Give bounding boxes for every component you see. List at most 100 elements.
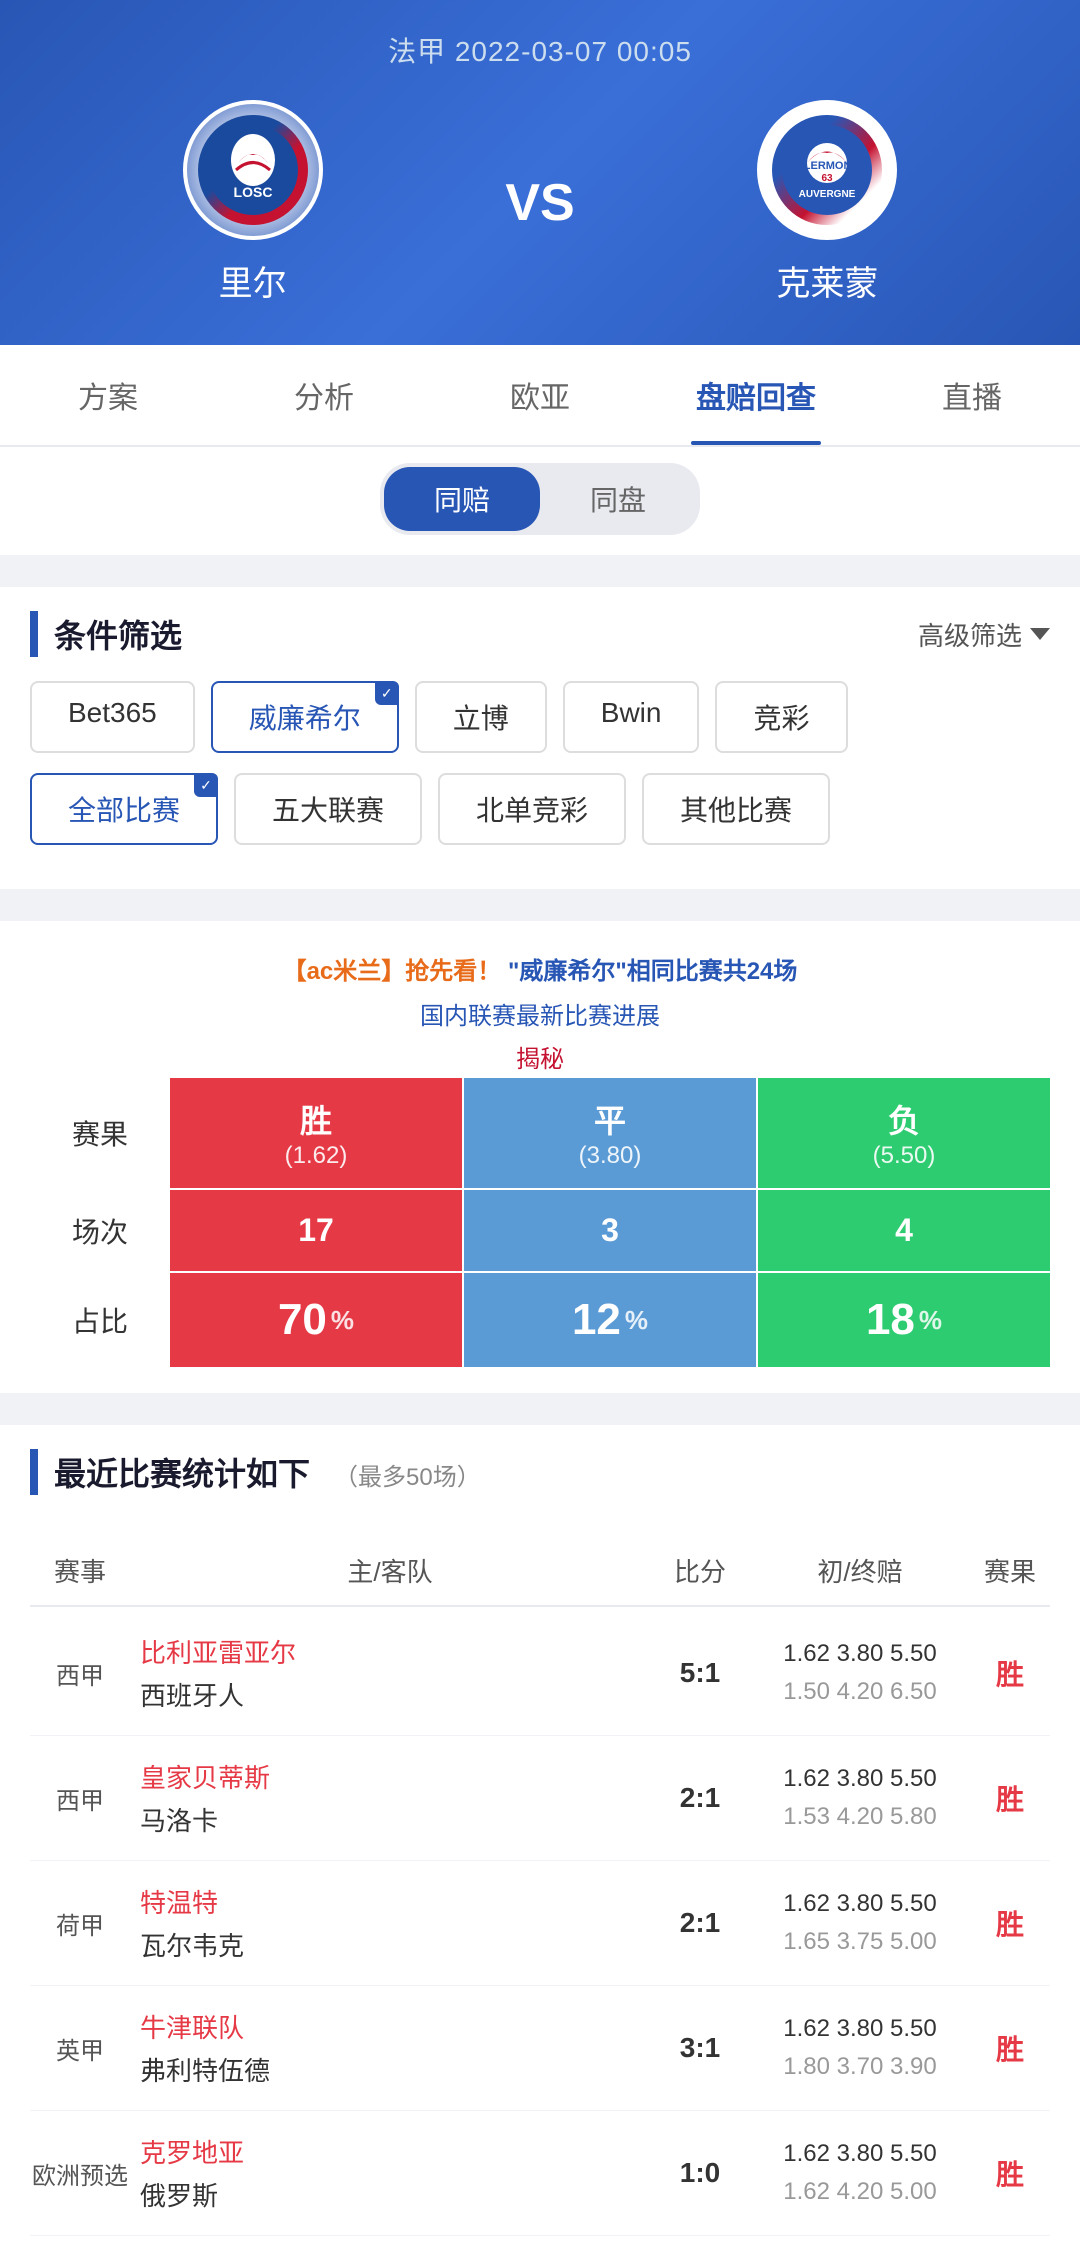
sub-tabs-container: 同赔 同盘 <box>0 447 1080 555</box>
home-logo-inner: LOSC <box>198 115 308 225</box>
result-header-row: 赛果 胜 (1.62) 平 (3.80) 负 (5.50) <box>30 1078 1050 1188</box>
match-result-1: 胜 <box>970 1778 1050 1818</box>
win-outcome-cell: 胜 (1.62) <box>170 1078 462 1188</box>
header-odds: 初/终赔 <box>750 1552 970 1589</box>
odds-initial-0: 1.62 3.80 5.50 <box>750 1635 970 1673</box>
stats-bookmaker-label: "威廉希尔"相同比赛共24场 <box>508 958 797 985</box>
loss-count: 4 <box>758 1190 1050 1271</box>
chip-bet365[interactable]: Bet365 <box>30 681 195 753</box>
svg-text:AUVERGNE: AUVERGNE <box>799 189 856 200</box>
match-teams-4: 克罗地亚 俄罗斯 <box>130 2133 650 2213</box>
bookmaker-chips: Bet365 威廉希尔 立博 Bwin 竞彩 <box>30 681 1050 753</box>
odds-final-1: 1.53 4.20 5.80 <box>750 1798 970 1836</box>
match-odds-4: 1.62 3.80 5.50 1.62 4.20 5.00 <box>750 2135 970 2212</box>
draw-odds: (3.80) <box>579 1142 642 1170</box>
tab-ouya[interactable]: 欧亚 <box>432 345 648 445</box>
chip-libo[interactable]: 立博 <box>415 681 547 753</box>
chevron-down-icon <box>1030 628 1050 640</box>
recent-section: 最近比赛统计如下 （最多50场） 赛事 主/客队 比分 初/终赔 赛果 西甲 比… <box>0 1425 1080 2260</box>
match-teams-2: 特温特 瓦尔韦克 <box>130 1883 650 1963</box>
count-row: 场次 17 3 4 <box>30 1190 1050 1271</box>
match-odds-2: 1.62 3.80 5.50 1.65 3.75 5.00 <box>750 1885 970 1962</box>
advanced-filter-button[interactable]: 高级筛选 <box>918 616 1050 653</box>
odds-final-4: 1.62 4.20 5.00 <box>750 2173 970 2211</box>
draw-outcome-cell: 平 (3.80) <box>464 1078 756 1188</box>
odds-initial-4: 1.62 3.80 5.50 <box>750 2135 970 2173</box>
tab-live[interactable]: 直播 <box>864 345 1080 445</box>
odds-final-3: 1.80 3.70 3.90 <box>750 2048 970 2086</box>
match-row: 英甲 牛津联队 弗利特伍德 3:1 1.62 3.80 5.50 1.80 3.… <box>30 1986 1050 2111</box>
chip-five-leagues[interactable]: 五大联赛 <box>234 773 422 845</box>
match-result-3: 胜 <box>970 2028 1050 2068</box>
home-team-block: LOSC 里尔 <box>40 100 465 305</box>
odds-initial-1: 1.62 3.80 5.50 <box>750 1760 970 1798</box>
odds-final-2: 1.65 3.75 5.00 <box>750 1923 970 1961</box>
header-score: 比分 <box>650 1552 750 1589</box>
away-team-logo: CLERMONT 63 AUVERGNE <box>757 100 897 240</box>
pct-row-label: 占比 <box>30 1273 170 1367</box>
filter-title: 条件筛选 <box>30 611 182 657</box>
tab-plan[interactable]: 方案 <box>0 345 216 445</box>
result-header-cells: 胜 (1.62) 平 (3.80) 负 (5.50) <box>170 1078 1050 1188</box>
chip-bwin[interactable]: Bwin <box>563 681 700 753</box>
pct-row: 占比 70% 12% 18% <box>30 1273 1050 1367</box>
recent-subtitle: （最多50场） <box>334 1457 481 1492</box>
chip-beidan[interactable]: 北单竞彩 <box>438 773 626 845</box>
match-row: 西甲 比利亚雷亚尔 西班牙人 5:1 1.62 3.80 5.50 1.50 4… <box>30 1611 1050 1736</box>
match-home-1: 皇家贝蒂斯 <box>140 1758 640 1795</box>
chip-other-matches[interactable]: 其他比赛 <box>642 773 830 845</box>
header-result: 赛果 <box>970 1552 1050 1589</box>
match-row: 欧洲预选 克罗地亚 俄罗斯 1:0 1.62 3.80 5.50 1.62 4.… <box>30 2111 1050 2236</box>
match-result-4: 胜 <box>970 2153 1050 2193</box>
chip-jingcai[interactable]: 竞彩 <box>715 681 847 753</box>
teams-container: LOSC 里尔 VS CLERMONT 63 AUVERGNE <box>40 100 1040 305</box>
svg-text:LOSC: LOSC <box>233 184 272 200</box>
divider-1 <box>0 555 1080 571</box>
home-team-name: 里尔 <box>219 256 287 305</box>
sub-tab-same-pan[interactable]: 同盘 <box>540 467 696 531</box>
divider-2 <box>0 889 1080 905</box>
odds-initial-2: 1.62 3.80 5.50 <box>750 1885 970 1923</box>
match-league-2: 荷甲 <box>30 1906 130 1941</box>
match-away-1: 马洛卡 <box>140 1801 640 1838</box>
promo-line1: 【ac米兰】抢先看！ "威廉希尔"相同比赛共24场 <box>30 945 1050 992</box>
draw-count: 3 <box>464 1190 756 1271</box>
competition-chips: 全部比赛 五大联赛 北单竞彩 其他比赛 <box>30 773 1050 845</box>
divider-3 <box>0 1393 1080 1409</box>
sub-tab-same-odds[interactable]: 同赔 <box>384 467 540 531</box>
promo-line2: 国内联赛最新比赛进展 <box>30 992 1050 1035</box>
tab-pan-pei[interactable]: 盘赔回查 <box>648 345 864 445</box>
tab-analysis[interactable]: 分析 <box>216 345 432 445</box>
match-league-3: 英甲 <box>30 2031 130 2066</box>
win-count: 17 <box>170 1190 462 1271</box>
match-row: 西甲 皇家贝蒂斯 马洛卡 2:1 1.62 3.80 5.50 1.53 4.2… <box>30 1736 1050 1861</box>
pct-cells: 70% 12% 18% <box>170 1273 1050 1367</box>
draw-label: 平 <box>594 1096 626 1142</box>
svg-text:CLERMONT: CLERMONT <box>796 160 859 172</box>
svg-text:63: 63 <box>822 173 834 184</box>
match-result-2: 胜 <box>970 1903 1050 1943</box>
match-score-1: 2:1 <box>650 1782 750 1814</box>
chip-william-hill[interactable]: 威廉希尔 <box>211 681 399 753</box>
match-away-2: 瓦尔韦克 <box>140 1926 640 1963</box>
count-cells: 17 3 4 <box>170 1190 1050 1271</box>
match-table-header: 赛事 主/客队 比分 初/终赔 赛果 <box>30 1536 1050 1607</box>
match-home-2: 特温特 <box>140 1883 640 1920</box>
win-label: 胜 <box>300 1096 332 1142</box>
match-score-0: 5:1 <box>650 1657 750 1689</box>
match-teams-0: 比利亚雷亚尔 西班牙人 <box>130 1633 650 1713</box>
odds-initial-3: 1.62 3.80 5.50 <box>750 2010 970 2048</box>
match-home-3: 牛津联队 <box>140 2008 640 2045</box>
match-date: 法甲 2022-03-07 00:05 <box>388 30 692 70</box>
chip-all-matches[interactable]: 全部比赛 <box>30 773 218 845</box>
match-league-4: 欧洲预选 <box>30 2156 130 2191</box>
match-odds-1: 1.62 3.80 5.50 1.53 4.20 5.80 <box>750 1760 970 1837</box>
header-teams: 主/客队 <box>130 1552 650 1589</box>
away-team-name: 克莱蒙 <box>776 256 878 305</box>
loss-odds: (5.50) <box>873 1142 936 1170</box>
match-score-3: 3:1 <box>650 2032 750 2064</box>
count-row-label: 场次 <box>30 1190 170 1271</box>
match-header: 法甲 2022-03-07 00:05 LOSC 里尔 VS <box>0 0 1080 345</box>
match-away-3: 弗利特伍德 <box>140 2051 640 2088</box>
match-home-0: 比利亚雷亚尔 <box>140 1633 640 1670</box>
